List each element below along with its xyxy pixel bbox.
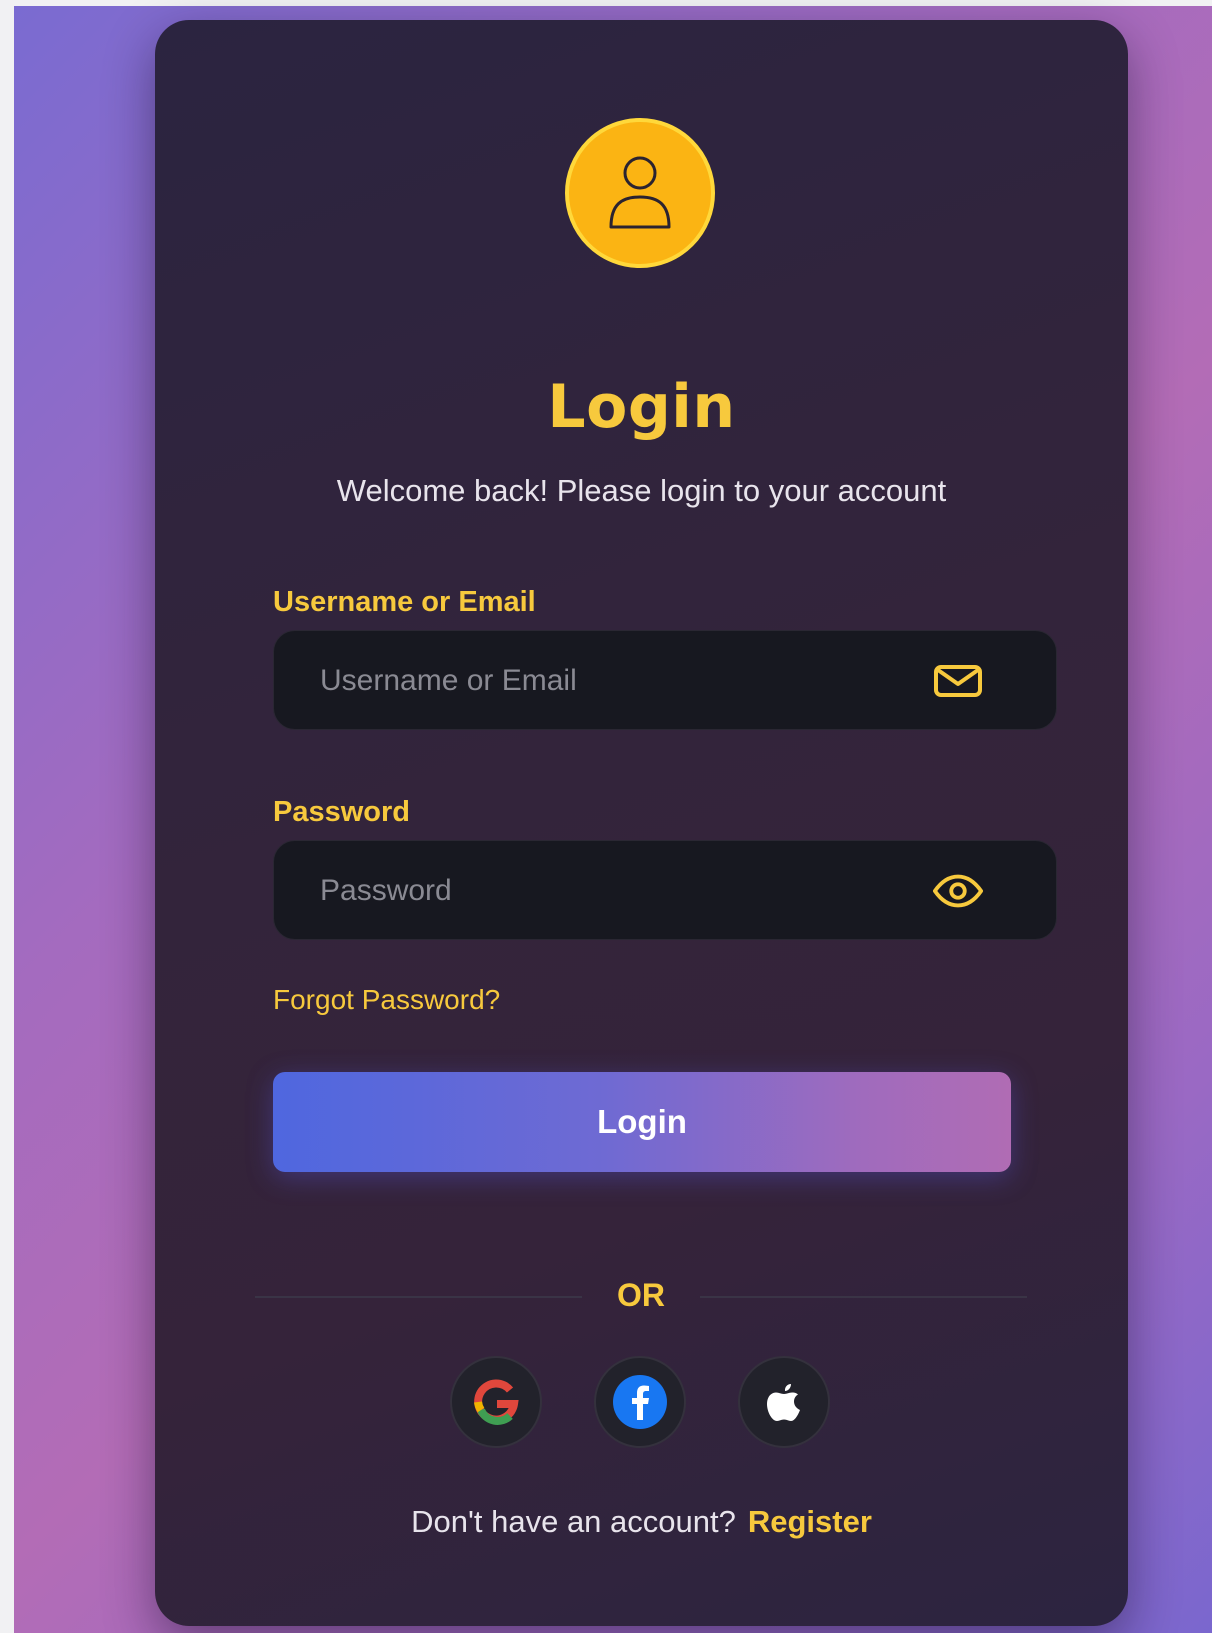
password-field-container <box>273 840 1057 941</box>
page-subtitle: Welcome back! Please login to your accou… <box>336 473 947 508</box>
page-title: Login <box>547 372 736 442</box>
apple-login-button[interactable] <box>738 1356 830 1448</box>
register-prompt-text: Don't have an account? <box>411 1504 736 1539</box>
user-icon <box>609 156 671 229</box>
password-input[interactable] <box>318 841 922 941</box>
forgot-password-link[interactable]: Forgot Password? <box>273 984 500 1016</box>
eye-icon[interactable] <box>932 869 984 913</box>
google-icon <box>474 1379 519 1425</box>
divider-line-left <box>255 1296 582 1298</box>
mail-icon <box>932 659 984 703</box>
facebook-login-button[interactable] <box>594 1356 686 1448</box>
google-login-button[interactable] <box>450 1356 542 1448</box>
register-link[interactable]: Register <box>748 1504 872 1539</box>
username-label: Username or Email <box>273 586 536 618</box>
apple-icon <box>767 1384 800 1421</box>
username-field-container <box>273 630 1057 731</box>
divider-line-right <box>700 1296 1027 1298</box>
or-divider-label: OR <box>617 1277 665 1313</box>
username-input[interactable] <box>318 631 922 731</box>
register-prompt: Don't have an account? Register <box>155 1504 1128 1540</box>
password-label: Password <box>273 796 410 828</box>
user-avatar <box>565 118 715 268</box>
facebook-icon <box>613 1375 667 1429</box>
login-button[interactable]: Login <box>273 1072 1011 1172</box>
